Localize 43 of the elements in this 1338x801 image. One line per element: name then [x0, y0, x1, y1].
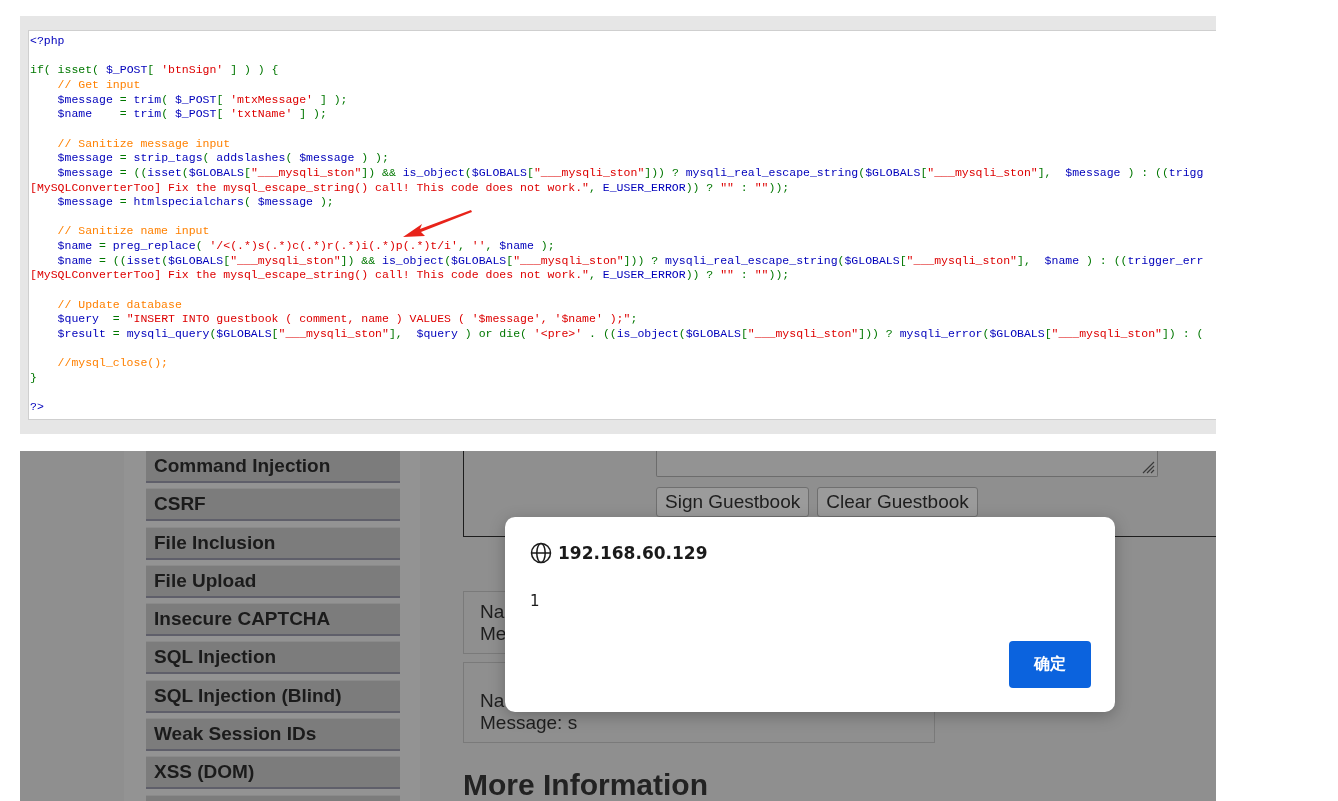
menu-item[interactable]: XSS (DOM): [146, 756, 400, 790]
code-line: $message = strip_tags( addslashes( $message ) );: [56, 151, 389, 166]
code-line: // Update database: [56, 296, 182, 313]
code-line: $message = htmlspecialchars( $message );: [56, 195, 334, 210]
message-field[interactable]: [656, 451, 1158, 477]
code-line: $query = "INSERT INTO guestbook ( comment, name ) VALUES ( '$message', '$name' );";: [56, 312, 638, 328]
menu-item[interactable]: SQL Injection: [146, 641, 400, 675]
dialog-title: 192.168.60.129: [558, 543, 708, 563]
resize-grip-icon[interactable]: [1141, 460, 1155, 474]
code-line: if( isset( $_POST[ 'btnSign' ] ) ) {: [30, 62, 279, 78]
code-line: $result = mysqli_query($GLOBALS["___mysqli_ston"], $query ) or die( '<pre>' . ((is_object($GLOBALS["___mysqli_ston"])) ? mysqli_error($GLOBALS["___mysqli_ston"]) : (: [56, 327, 1204, 342]
code-line: $name = ((isset($GLOBALS["___mysqli_ston"]) && is_object($GLOBALS["___mysqli_ston"])) ? mysqli_real_escape_string($GLOBALS["___mysqli_ston"], $name ) : ((trigger_err: [56, 253, 1204, 269]
code-line: // Get input: [56, 77, 141, 93]
annotation-arrow: [402, 210, 472, 240]
code-line: $message = ((isset($GLOBALS["___mysqli_ston"]) && is_object($GLOBALS["___mysqli_ston"])) ? mysqli_real_escape_string($GLOBALS["___mysqli_ston"], $message ) : ((trigg: [56, 165, 1204, 181]
menu-item[interactable]: File Inclusion: [146, 526, 400, 560]
menu-item[interactable]: Weak Session IDs: [146, 718, 400, 752]
code-line: [MySQLConverterToo] Fix the mysql_escape_string() call! This code does not work.", E_USER_ERROR)) ? "" : ""));: [30, 268, 790, 284]
entry-text: Na: [480, 690, 506, 712]
dialog-message: 1: [530, 592, 540, 610]
code-line: ?>: [30, 399, 44, 415]
section-heading: More Information: [463, 767, 709, 801]
form-button[interactable]: Sign Guestbook: [656, 487, 810, 517]
entry-text: Message: s: [480, 712, 579, 734]
entry-text: Me: [480, 623, 508, 645]
code-line: // Sanitize message input: [56, 135, 231, 152]
code-line: //mysql_close();: [56, 355, 168, 371]
globe-icon: [530, 542, 552, 564]
menu-item[interactable]: SQL Injection (Blind): [146, 679, 400, 713]
menu-item[interactable]: CSRF: [146, 488, 400, 522]
code-line: // Sanitize name input: [56, 223, 210, 240]
menu-item[interactable]: Insecure CAPTCHA: [146, 603, 400, 637]
entry-text: Na: [480, 601, 506, 623]
menu-item[interactable]: Command Injection: [146, 451, 400, 483]
code-line: $name = preg_replace( '/<(.*)s(.*)c(.*)r(.*)i(.*)p(.*)t/i', '', $name );: [56, 239, 555, 254]
code-line: $name = trim( $_POST[ 'txtName' ] );: [56, 107, 327, 122]
code-line: }: [30, 371, 37, 386]
code-line: <?php: [30, 34, 65, 49]
menu-item[interactable]: File Upload: [146, 564, 400, 598]
form-button[interactable]: Clear Guestbook: [817, 487, 978, 517]
code-line: $message = trim( $_POST[ 'mtxMessage' ] );: [56, 92, 348, 108]
code-line: [MySQLConverterToo] Fix the mysql_escape_string() call! This code does not work.", E_USER_ERROR)) ? "" : ""));: [30, 180, 790, 196]
ok-button[interactable]: 确定: [1009, 641, 1091, 688]
